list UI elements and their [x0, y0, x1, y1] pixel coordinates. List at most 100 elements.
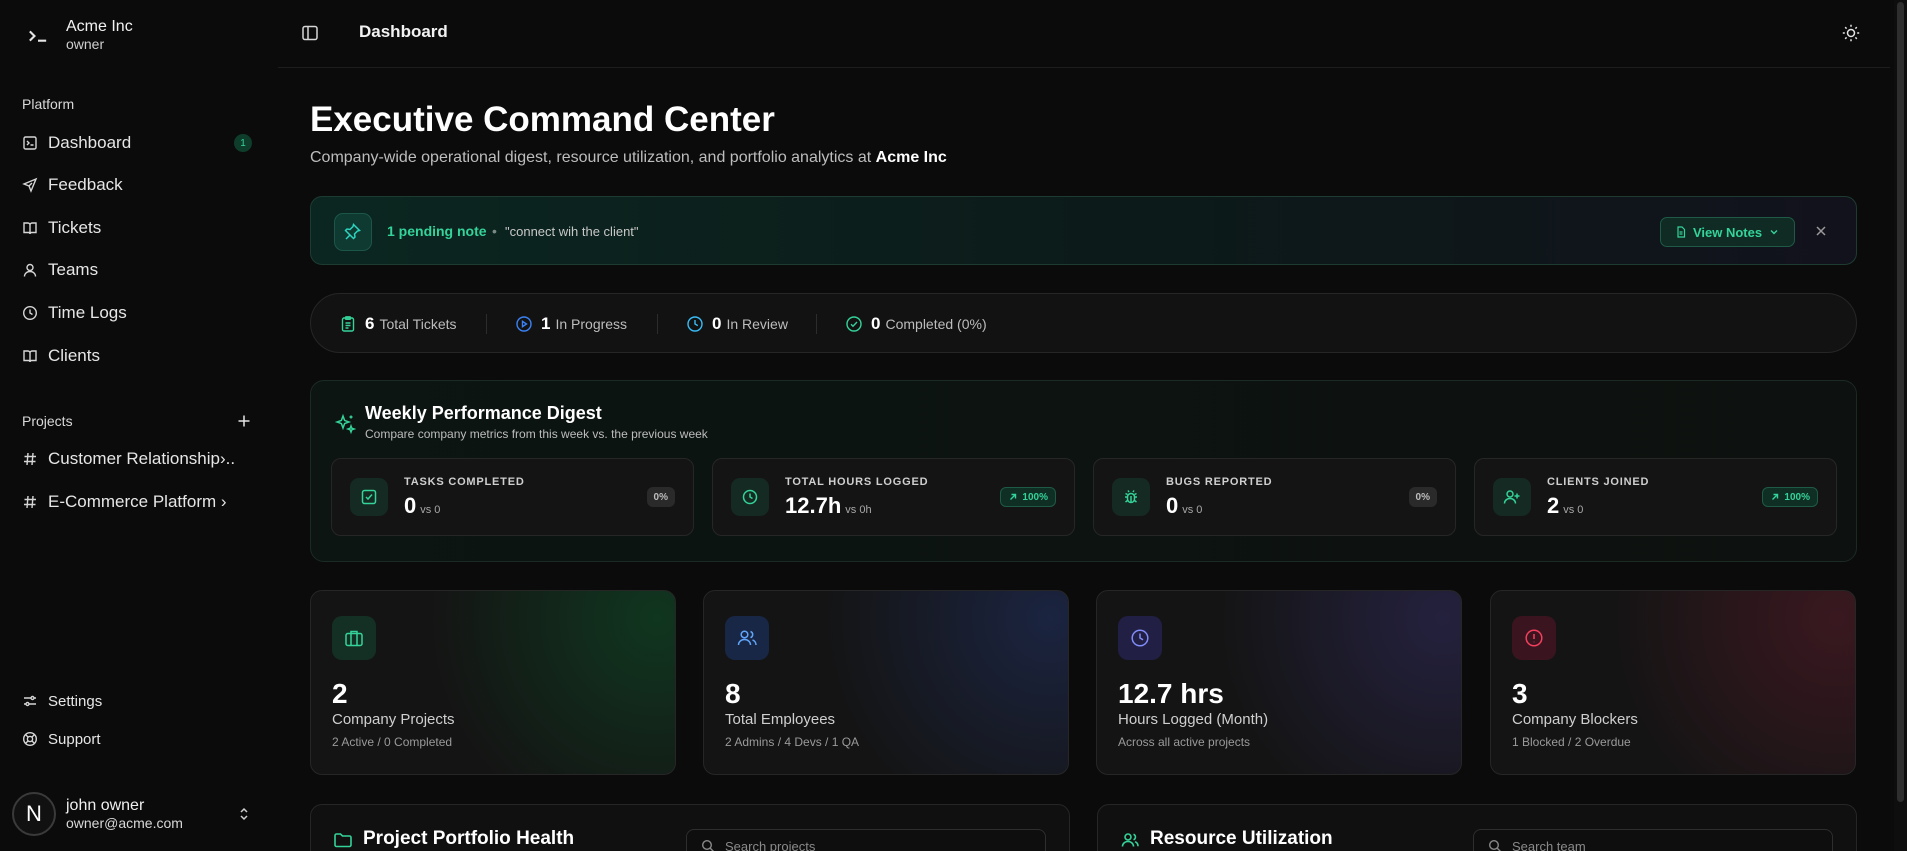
- page-title: Dashboard: [359, 22, 448, 41]
- sidebar-item-label: Teams: [48, 260, 99, 279]
- team-search[interactable]: [1473, 829, 1833, 851]
- check-square-icon: [350, 478, 388, 516]
- metric-number: 0: [404, 493, 417, 518]
- digest-subtitle: Compare company metrics from this week v…: [365, 427, 708, 441]
- metric-label: TOTAL HOURS LOGGED: [785, 476, 929, 488]
- divider: [486, 314, 487, 334]
- search-icon: [1488, 839, 1502, 851]
- sidebar-item-tickets[interactable]: Tickets: [22, 212, 252, 244]
- kpi-company-projects[interactable]: 2 Company Projects 2 Active / 0 Complete…: [310, 590, 676, 775]
- pin-icon: [334, 213, 372, 251]
- sidebar-project-crm[interactable]: Customer Relationship›..: [22, 443, 252, 475]
- kpi-label: Company Projects: [332, 711, 455, 728]
- sidebar-item-feedback[interactable]: Feedback: [22, 169, 252, 201]
- search-icon: [701, 839, 715, 851]
- kpi-value: 12.7 hrs: [1118, 678, 1224, 709]
- project-search[interactable]: [686, 829, 1046, 851]
- view-notes-button[interactable]: View Notes: [1660, 217, 1795, 247]
- metric-value: 0 vs 0: [1166, 493, 1202, 519]
- settings-icon: [22, 693, 38, 709]
- topbar: Dashboard: [278, 0, 1890, 68]
- bug-icon: [1112, 478, 1150, 516]
- sidebar-item-time-logs[interactable]: Time Logs: [22, 297, 252, 329]
- kpi-label: Company Blockers: [1512, 711, 1638, 728]
- pending-note-count: 1 pending note: [387, 223, 487, 239]
- sidebar-item-support[interactable]: Support: [22, 727, 101, 751]
- kpi-subtext: 1 Blocked / 2 Overdue: [1512, 735, 1631, 749]
- stat-in-progress: 1 In Progress: [515, 314, 627, 334]
- add-project-button[interactable]: [236, 413, 252, 429]
- hash-icon: [22, 494, 38, 510]
- sidebar-item-teams[interactable]: Teams: [22, 254, 252, 286]
- kpi-label: Hours Logged (Month): [1118, 711, 1269, 728]
- scrollbar[interactable]: [1894, 0, 1907, 851]
- change-value: 100%: [1784, 491, 1810, 503]
- stat-label: In Review: [726, 316, 788, 332]
- user-name: john owner: [66, 796, 145, 814]
- metric-bugs-reported: BUGS REPORTED 0 vs 0 0%: [1093, 458, 1456, 536]
- view-notes-label: View Notes: [1692, 224, 1763, 240]
- change-badge: 100%: [1000, 487, 1056, 507]
- sidebar-item-label: Time Logs: [48, 303, 127, 322]
- folder-icon: [333, 830, 353, 850]
- search-input[interactable]: [725, 836, 965, 851]
- digest-title: Weekly Performance Digest: [365, 403, 602, 423]
- chevron-down-icon: [1768, 226, 1780, 238]
- metric-label: TASKS COMPLETED: [404, 476, 525, 488]
- note-preview: "connect wih the client": [505, 224, 639, 239]
- ticket-stats-bar: 6 Total Tickets 1 In Progress 0 In Review 0…: [310, 293, 1857, 353]
- sidebar-item-clients[interactable]: Clients: [22, 340, 252, 372]
- change-badge: 0%: [646, 487, 675, 507]
- sidebar-item-dashboard[interactable]: Dashboard 1: [22, 127, 252, 159]
- change-badge: 0%: [1408, 487, 1437, 507]
- kpi-total-employees[interactable]: 8 Total Employees 2 Admins / 4 Devs / 1 …: [703, 590, 1069, 775]
- clock-icon: [22, 305, 38, 321]
- clipboard-icon: [339, 315, 357, 333]
- projects-label: Projects: [22, 413, 73, 429]
- scrollbar-thumb[interactable]: [1897, 2, 1904, 802]
- sidebar-item-label: Clients: [48, 346, 100, 365]
- project-portfolio-panel: Project Portfolio Health: [310, 804, 1070, 851]
- theme-toggle-button[interactable]: [1841, 23, 1861, 43]
- toggle-sidebar-button[interactable]: [301, 24, 319, 42]
- separator-dot: •: [492, 223, 497, 239]
- change-value: 100%: [1022, 491, 1048, 503]
- metric-total-hours: TOTAL HOURS LOGGED 12.7h vs 0h 100%: [712, 458, 1075, 536]
- user-email: owner@acme.com: [66, 814, 183, 831]
- sidebar-project-ecommerce[interactable]: E-Commerce Platform ›: [22, 486, 252, 518]
- metric-number: 12.7h: [785, 493, 842, 518]
- users-icon: [1120, 830, 1140, 850]
- trend-up-icon: [1770, 492, 1780, 502]
- metric-value: 12.7h vs 0h: [785, 493, 872, 519]
- change-badge: 100%: [1762, 487, 1818, 507]
- hash-icon: [22, 451, 38, 467]
- weekly-digest-card: Weekly Performance Digest Compare compan…: [310, 380, 1857, 562]
- file-icon: [1675, 226, 1687, 238]
- user-menu[interactable]: N john owner owner@acme.com: [12, 790, 252, 838]
- kpi-subtext: 2 Admins / 4 Devs / 1 QA: [725, 735, 860, 749]
- platform-label: Platform: [22, 96, 75, 112]
- sidebar-item-settings[interactable]: Settings: [22, 689, 102, 713]
- metric-clients-joined: CLIENTS JOINED 2 vs 0 100%: [1474, 458, 1837, 536]
- stat-label: Total Tickets: [379, 316, 457, 332]
- search-input[interactable]: [1512, 836, 1752, 851]
- project-label: Customer Relationship›..: [48, 449, 236, 468]
- subtitle-company: Acme Inc: [875, 149, 947, 166]
- brand-name: Acme Inc: [66, 18, 133, 35]
- metric-label: BUGS REPORTED: [1166, 476, 1273, 488]
- brand-switcher[interactable]: Acme Inc owner: [24, 18, 133, 53]
- kpi-company-blockers[interactable]: 3 Company Blockers 1 Blocked / 2 Overdue: [1490, 590, 1856, 775]
- stat-value: 6: [365, 314, 375, 333]
- terminal-icon: [24, 22, 52, 50]
- pending-notes-banner: 1 pending note • "connect wih the client…: [310, 196, 1857, 265]
- panel-title: Resource Utilization: [1150, 828, 1333, 849]
- stat-label: In Progress: [555, 316, 628, 332]
- stat-total-tickets: 6 Total Tickets: [339, 314, 457, 334]
- metric-tasks-completed: TASKS COMPLETED 0 vs 0 0%: [331, 458, 694, 536]
- close-icon[interactable]: [1813, 223, 1829, 239]
- clock-icon: [1118, 616, 1162, 660]
- kpi-value: 8: [725, 678, 741, 709]
- stat-completed: 0 Completed (0%): [845, 314, 987, 334]
- metric-previous: vs 0h: [845, 504, 872, 516]
- kpi-hours-logged[interactable]: 12.7 hrs Hours Logged (Month) Across all…: [1096, 590, 1462, 775]
